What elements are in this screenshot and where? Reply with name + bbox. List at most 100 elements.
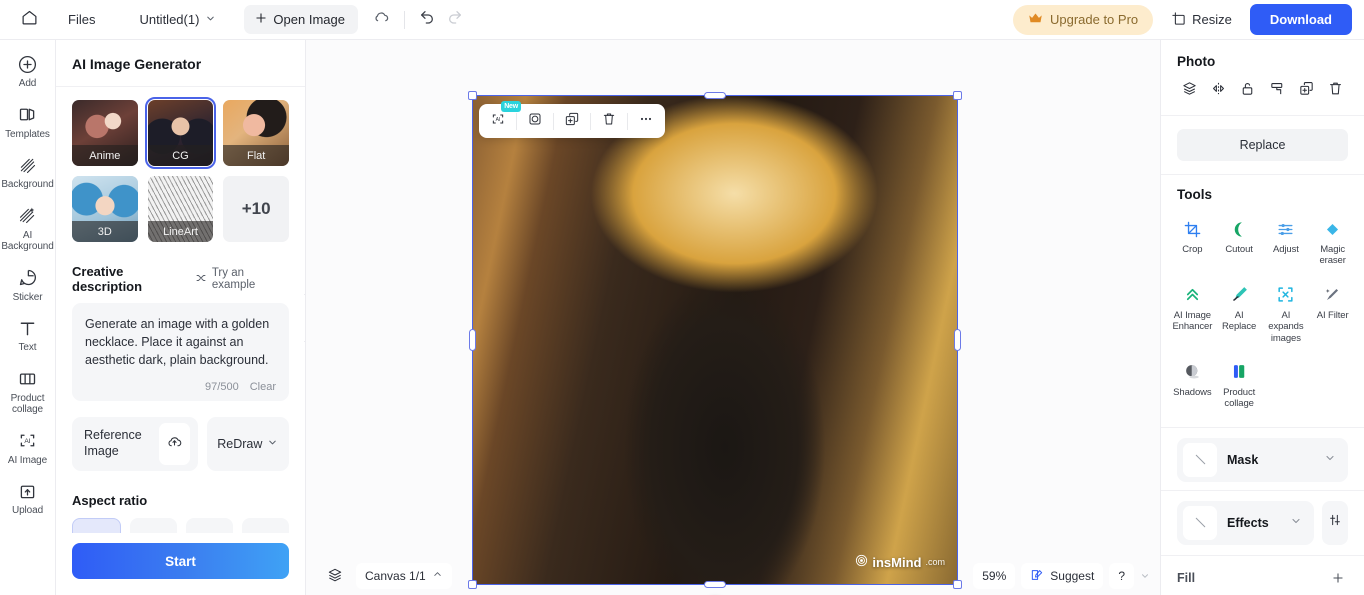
tool-adjust[interactable]: Adjust <box>1263 212 1310 274</box>
resize-button[interactable]: Resize <box>1161 5 1242 35</box>
undo-button[interactable] <box>413 6 441 34</box>
tool-label-product-collage: Product collage <box>1223 386 1256 410</box>
tool-magic-eraser[interactable]: Magic eraser <box>1309 212 1356 274</box>
start-button[interactable]: Start <box>72 543 289 579</box>
prompt-input-box[interactable]: Generate an image with a golden necklace… <box>72 303 289 401</box>
left-rail: Add Templates Background AI Background S… <box>0 40 56 595</box>
tool-ai-replace[interactable]: AI Replace <box>1216 278 1263 351</box>
resize-handle-top-left[interactable] <box>468 91 477 100</box>
sidebar-item-background[interactable]: Background <box>1 147 54 197</box>
flip-button[interactable] <box>1206 79 1230 103</box>
sidebar-item-add[interactable]: Add <box>2 46 54 96</box>
chevron-down-icon <box>205 12 216 27</box>
fill-add-button[interactable] <box>1328 568 1348 588</box>
resize-handle-bottom[interactable] <box>704 581 726 588</box>
canvas-area[interactable]: insMind .com AI New <box>306 40 1160 589</box>
style-card-anime[interactable]: Anime <box>72 100 138 166</box>
style-card-3d[interactable]: 3D <box>72 176 138 242</box>
resize-handle-top[interactable] <box>704 92 726 99</box>
home-button[interactable] <box>14 5 44 35</box>
redraw-dropdown[interactable]: ReDraw <box>206 417 289 471</box>
chevron-down-icon[interactable] <box>1140 571 1150 581</box>
tool-ai-image-enhancer[interactable]: AI Image Enhancer <box>1169 278 1216 351</box>
document-name-dropdown[interactable]: Untitled(1) <box>129 7 226 32</box>
plus-circle-icon <box>17 53 38 75</box>
open-image-button[interactable]: Open Image <box>244 5 358 34</box>
tool-cutout[interactable]: Cutout <box>1216 212 1263 274</box>
chevron-down-icon <box>267 437 278 451</box>
clear-prompt-button[interactable]: Clear <box>250 381 276 393</box>
delete-button[interactable] <box>1324 79 1348 103</box>
toolbar-divider <box>516 112 517 130</box>
zoom-level-button[interactable]: 59% <box>973 563 1016 589</box>
sidebar-item-text[interactable]: Text <box>2 310 54 360</box>
lock-button[interactable] <box>1236 79 1260 103</box>
menu-files[interactable]: Files <box>58 7 105 32</box>
download-button[interactable]: Download <box>1249 4 1352 35</box>
effects-accordion[interactable]: Effects <box>1177 500 1314 545</box>
cloud-sync-button[interactable] <box>368 6 396 34</box>
effects-row: Effects <box>1177 500 1348 545</box>
help-button[interactable]: ? <box>1109 563 1134 589</box>
resize-handle-bottom-right[interactable] <box>953 580 962 589</box>
tool-ai-expands-images[interactable]: AI expands images <box>1263 278 1310 351</box>
aspect-chip-1-1[interactable] <box>72 518 121 533</box>
suggest-button[interactable]: Suggest <box>1021 563 1104 589</box>
try-an-example-button[interactable]: Try an example <box>195 267 289 291</box>
paint-roller-button[interactable] <box>1265 79 1289 103</box>
style-label-cg: CG <box>147 145 214 166</box>
sidebar-item-sticker[interactable]: Sticker <box>2 260 54 310</box>
sidebar-item-ai-background[interactable]: AI Background <box>1 198 54 259</box>
tool-product-collage[interactable]: Product collage <box>1216 355 1263 417</box>
effects-settings-button[interactable] <box>1322 500 1348 545</box>
style-label-3d: 3D <box>72 221 138 242</box>
layers-button[interactable] <box>1177 79 1201 103</box>
tool-shadows[interactable]: Shadows <box>1169 355 1216 417</box>
expand-icon <box>1276 285 1296 305</box>
cutout-button[interactable] <box>520 108 550 134</box>
redraw-label: ReDraw <box>217 437 263 451</box>
style-card-lineart[interactable]: LineArt <box>147 176 214 242</box>
resize-handle-right[interactable] <box>954 329 961 351</box>
selected-image-object[interactable]: insMind .com AI New <box>468 91 962 589</box>
canvas-pages-button[interactable]: Canvas 1/1 <box>356 563 452 589</box>
aspect-chip-4-3[interactable] <box>130 518 177 533</box>
delete-icon <box>1327 80 1344 102</box>
sidebar-label-ai-background: AI Background <box>1 229 54 253</box>
reference-upload-button[interactable] <box>159 423 190 465</box>
more-styles-button[interactable]: +10 <box>223 176 289 242</box>
undo-icon <box>419 9 435 30</box>
mask-accordion[interactable]: Mask <box>1177 437 1348 482</box>
aspect-chip-3-4[interactable] <box>186 518 233 533</box>
layers-button[interactable] <box>318 563 352 589</box>
tool-crop[interactable]: Crop <box>1169 212 1216 274</box>
tools-section-title: Tools <box>1177 187 1212 202</box>
sidebar-item-templates[interactable]: Templates <box>2 97 54 147</box>
sidebar-item-product-collage[interactable]: Product collage <box>2 361 54 422</box>
cloud-sync-icon <box>373 9 390 31</box>
tool-ai-filter[interactable]: AI Filter <box>1309 278 1356 351</box>
resize-handle-bottom-left[interactable] <box>468 580 477 589</box>
resize-handle-top-right[interactable] <box>953 91 962 100</box>
resize-handle-left[interactable] <box>469 329 476 351</box>
mask-label: Mask <box>1227 452 1259 467</box>
aspect-chip-16-9[interactable] <box>242 518 289 533</box>
redo-button[interactable] <box>441 6 469 34</box>
prompt-input[interactable]: Generate an image with a golden necklace… <box>85 315 276 373</box>
open-image-label: Open Image <box>273 12 345 27</box>
creative-description-label: Creative description <box>72 264 143 294</box>
upgrade-to-pro-button[interactable]: Upgrade to Pro <box>1012 4 1154 35</box>
style-card-cg[interactable]: CG <box>144 97 217 169</box>
sidebar-item-upload[interactable]: Upload <box>2 473 54 523</box>
sidebar-item-ai-image[interactable]: AI AI Image <box>2 423 54 473</box>
style-card-flat[interactable]: Flat <box>223 100 289 166</box>
duplicate-button[interactable] <box>557 108 587 134</box>
reference-image-card[interactable]: Reference Image <box>72 417 198 471</box>
ai-tool-button[interactable]: AI New <box>483 101 521 134</box>
delete-button[interactable] <box>594 108 624 134</box>
duplicate-button[interactable] <box>1295 79 1319 103</box>
sidebar-label-sticker: Sticker <box>12 291 43 303</box>
more-options-button[interactable] <box>631 108 661 134</box>
style-grid: Anime CG Flat 3D LineArt +10 <box>72 87 289 242</box>
replace-button[interactable]: Replace <box>1177 129 1348 161</box>
